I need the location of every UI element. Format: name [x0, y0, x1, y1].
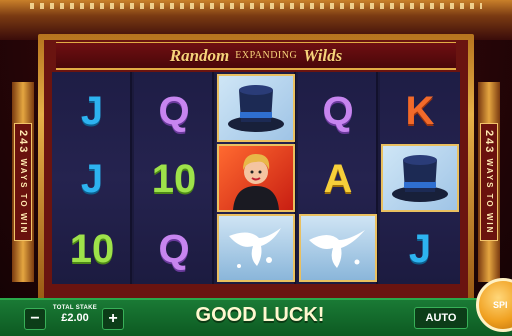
magician-girl-icon — [217, 144, 295, 212]
magician-portrait-icon — [233, 154, 279, 210]
dove-icon — [309, 230, 365, 268]
ways-badge-left: 243 WAYS TO WIN — [14, 122, 32, 242]
slot-game: Random EXPANDING Wilds 243 WAYS TO WIN 2… — [0, 0, 512, 336]
symbol-q: Q — [158, 88, 190, 133]
ways-to-win-pillar-left: 243 WAYS TO WIN — [12, 82, 34, 282]
total-stake-label: TOTAL STAKE — [52, 305, 98, 311]
reel-5: K J — [380, 72, 460, 284]
total-stake-value: £2.00 — [61, 312, 89, 324]
top-hat-wild-icon — [381, 144, 459, 212]
status-message: GOOD LUCK! — [195, 304, 325, 326]
symbol-10: 10 — [151, 156, 197, 201]
title-word-wilds: Wilds — [303, 45, 343, 65]
symbol-a: A — [323, 156, 353, 201]
reel-2: Q 10 Q — [134, 72, 214, 284]
reel-grid: J J 10 Q 10 Q Q A K J — [52, 72, 460, 284]
total-stake-display: TOTAL STAKE £2.00 — [52, 305, 98, 324]
title-word-random: Random — [169, 45, 230, 65]
feature-title-banner: Random EXPANDING Wilds — [56, 42, 456, 70]
autoplay-button[interactable]: AUTO — [414, 307, 468, 329]
symbol-j: J — [80, 88, 104, 133]
doves-icon — [217, 214, 295, 282]
symbol-q: Q — [158, 226, 190, 271]
top-hat-icon — [228, 85, 284, 132]
reel-1: J J 10 — [52, 72, 132, 284]
spin-label: SPI — [493, 300, 508, 310]
doves-icon — [299, 214, 377, 282]
marquee-lights — [30, 3, 482, 9]
symbol-j: J — [80, 156, 104, 201]
symbol-10: 10 — [69, 226, 115, 271]
ways-badge-right: 243 WAYS TO WIN — [480, 122, 498, 242]
ways-to-win-pillar-right: 243 WAYS TO WIN — [478, 82, 500, 282]
top-hat-icon — [392, 155, 448, 202]
top-hat-wild-icon — [217, 74, 295, 142]
symbol-q: Q — [322, 88, 354, 133]
reel-3 — [216, 72, 296, 284]
reel-4: Q A — [298, 72, 378, 284]
symbol-j: J — [408, 226, 432, 271]
dove-icon — [229, 228, 281, 268]
increase-stake-button[interactable]: + — [102, 308, 124, 330]
decrease-stake-button[interactable]: − — [24, 308, 46, 330]
symbol-k: K — [405, 88, 435, 133]
title-word-expanding: EXPANDING — [235, 50, 298, 61]
